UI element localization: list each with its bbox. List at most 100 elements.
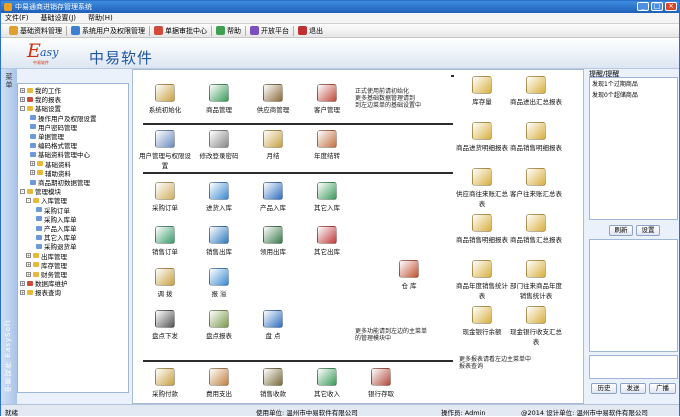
module-shortcut[interactable]: 采购付款 [137, 368, 193, 398]
module-shortcut[interactable]: 系统初始化 [137, 84, 193, 114]
tree-item[interactable]: 单据管理 [30, 132, 64, 141]
module-shortcut[interactable]: 现金银行余额 [455, 306, 509, 336]
module-shortcut[interactable]: 仓 库 [381, 260, 437, 290]
toolbar-help-button[interactable]: 帮助 [212, 25, 245, 37]
vertical-brand: 中易软件 EasySoft [4, 319, 12, 393]
expand-toggle-icon[interactable]: + [20, 280, 25, 286]
tree-item[interactable]: 采购订单 [36, 206, 70, 215]
module-shortcut[interactable]: 费用支出 [191, 368, 247, 398]
module-shortcut[interactable]: 盘点下发 [137, 310, 193, 340]
module-shortcut[interactable]: 采购订单 [137, 182, 193, 212]
module-shortcut[interactable]: 修改登录密码 [191, 130, 247, 160]
module-shortcut[interactable]: 其它入库 [299, 182, 355, 212]
expand-toggle-icon[interactable]: - [26, 197, 31, 203]
expand-toggle-icon[interactable]: + [20, 87, 25, 93]
module-shortcut[interactable]: 其它出库 [299, 226, 355, 256]
module-shortcut[interactable]: 供应商往来账汇总表 [455, 168, 509, 208]
broadcast-button[interactable]: 广播 [649, 383, 676, 394]
tree-item[interactable]: - 管理模块 [20, 187, 61, 196]
module-shortcut[interactable]: 月结 [245, 130, 301, 160]
module-shortcut[interactable]: 商品进出汇总报表 [509, 76, 563, 106]
module-shortcut[interactable]: 销售收款 [245, 368, 301, 398]
module-label: 客户往来账汇总表 [510, 190, 562, 198]
toolbar-approval-button[interactable]: 单据审批中心 [150, 25, 211, 37]
tree-item[interactable]: 基础资料管理中心 [30, 150, 90, 159]
tree-item[interactable]: + 报表查询 [20, 288, 61, 297]
module-shortcut[interactable]: 商品进货明细报表 [455, 122, 509, 152]
module-shortcut[interactable]: 盘点报表 [191, 310, 247, 340]
module-shortcut[interactable]: 用户管理与权限设置 [137, 130, 193, 170]
tree-item[interactable]: + 基础资料 [30, 160, 71, 169]
reminder-item[interactable]: 发现1个过期商品 [590, 78, 677, 89]
module-shortcut[interactable]: 客户往来账汇总表 [509, 168, 563, 198]
tree-item[interactable]: + 财务管理 [26, 270, 67, 279]
tree-item[interactable]: 编码格式管理 [30, 141, 77, 150]
module-shortcut[interactable]: 领用出库 [245, 226, 301, 256]
tree-item[interactable]: 操作用户及权限设置 [30, 114, 97, 123]
module-shortcut[interactable]: 部门往来商品年度销售统计表 [509, 260, 563, 300]
menu-tab[interactable]: 菜单 [3, 73, 15, 89]
tree-item[interactable]: 产品入库单 [36, 224, 77, 233]
module-shortcut[interactable]: 其它收入 [299, 368, 355, 398]
expand-toggle-icon[interactable]: - [20, 188, 25, 194]
refresh-button[interactable]: 刷新 [609, 225, 633, 236]
module-shortcut[interactable]: 商品销售汇总报表 [509, 214, 563, 244]
chat-history[interactable] [589, 239, 678, 352]
module-shortcut[interactable]: 商品销售明细报表 [509, 122, 563, 152]
tree-item[interactable]: + 出库管理 [26, 252, 67, 261]
toolbar-exit-button[interactable]: 退出 [294, 25, 327, 37]
module-shortcut[interactable]: 客户管理 [299, 84, 355, 114]
module-label: 产品入库 [260, 204, 286, 212]
module-shortcut[interactable]: 产品入库 [245, 182, 301, 212]
expand-toggle-icon[interactable]: + [26, 262, 31, 268]
send-button[interactable]: 发送 [620, 383, 646, 394]
tree-item[interactable]: + 辅助资料 [30, 169, 71, 178]
expand-toggle-icon[interactable]: + [20, 289, 25, 295]
expand-toggle-icon[interactable]: + [30, 161, 35, 167]
module-shortcut[interactable]: 进货入库 [191, 182, 247, 212]
expand-toggle-icon[interactable]: + [26, 271, 31, 277]
menu-help[interactable]: 帮助(H) [88, 13, 113, 23]
module-shortcut[interactable]: 报 溢 [191, 268, 247, 298]
menu-basic-settings[interactable]: 基础设置(J) [41, 13, 77, 23]
expand-toggle-icon[interactable]: - [20, 105, 25, 111]
minimize-button[interactable]: _ [637, 2, 649, 11]
menu-file[interactable]: 文件(F) [5, 13, 29, 23]
module-shortcut[interactable]: 商品年度销售统计表 [455, 260, 509, 300]
maximize-button[interactable]: □ [651, 2, 663, 11]
expand-toggle-icon[interactable]: + [20, 96, 25, 102]
toolbar-basic-data-button[interactable]: 基础资料管理 [5, 25, 66, 37]
tree-item[interactable]: + 我的工作 [20, 86, 61, 95]
tree-item[interactable]: 用户密码管理 [30, 123, 77, 132]
close-button[interactable]: × [665, 2, 677, 11]
toolbar-users-button[interactable]: 系统用户及权限管理 [67, 25, 149, 37]
module-shortcut[interactable]: 现金银行收支汇总表 [509, 306, 563, 346]
module-icon [263, 310, 283, 328]
history-button[interactable]: 历史 [591, 383, 617, 394]
tree-item[interactable]: 其它入库单 [36, 233, 77, 242]
chat-input[interactable] [589, 355, 678, 379]
module-shortcut[interactable]: 商品管理 [191, 84, 247, 114]
tree-item[interactable]: 商品期初数据管理 [30, 178, 90, 187]
module-shortcut[interactable]: 库存量 [455, 76, 509, 106]
reminder-item[interactable]: 发现0个超储商品 [590, 89, 677, 100]
module-shortcut[interactable]: 银行存取 [353, 368, 409, 398]
module-shortcut[interactable]: 盘 点 [245, 310, 301, 340]
expand-toggle-icon[interactable]: + [26, 253, 31, 259]
module-shortcut[interactable]: 供应商管理 [245, 84, 301, 114]
tree-item[interactable]: - 基础设置 [20, 104, 61, 113]
tree-item[interactable]: + 我的报表 [20, 95, 61, 104]
tree-item[interactable]: 采购入库单 [36, 215, 77, 224]
module-shortcut[interactable]: 年度结转 [299, 130, 355, 160]
module-shortcut[interactable]: 商品销售明细报表 [455, 214, 509, 244]
settings-button[interactable]: 设置 [636, 225, 660, 236]
tree-item[interactable]: 采购退货单 [36, 242, 77, 251]
tree-item[interactable]: + 数据库维护 [20, 279, 68, 288]
tree-item[interactable]: - 入库管理 [26, 196, 67, 205]
tree-item[interactable]: + 库存管理 [26, 261, 67, 270]
expand-toggle-icon[interactable]: + [30, 170, 35, 176]
module-shortcut[interactable]: 销售订单 [137, 226, 193, 256]
module-shortcut[interactable]: 销售出库 [191, 226, 247, 256]
module-shortcut[interactable]: 调 拨 [137, 268, 193, 298]
toolbar-open-platform-button[interactable]: 开放平台 [246, 25, 293, 37]
